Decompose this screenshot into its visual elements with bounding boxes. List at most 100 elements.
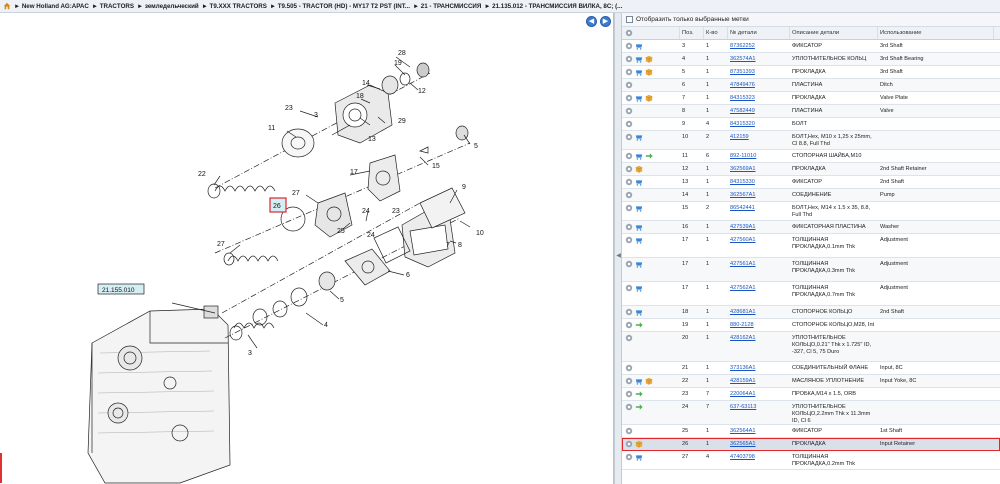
callout-23[interactable]: 23 [392, 208, 400, 215]
add-to-cart-icon[interactable] [635, 453, 643, 461]
callout-11[interactable]: 11 [268, 125, 275, 132]
table-row[interactable]: 24 7 637-63113 УПЛОТНИТЕЛЬНОЕ КОЛЬЦО,2.2mm … [622, 401, 1000, 425]
callout-9[interactable]: 9 [462, 184, 466, 191]
package-icon[interactable] [635, 440, 643, 448]
info-icon[interactable] [625, 178, 633, 186]
info-icon[interactable] [625, 284, 633, 292]
package-icon[interactable] [645, 377, 653, 385]
table-row[interactable]: 11 6 892-11010 СТОПОРНАЯ ШАЙБА,M10 [622, 150, 1000, 163]
alternate-part-icon[interactable] [635, 321, 643, 329]
selected-callout-label[interactable]: 26 [273, 203, 281, 210]
breadcrumb-item[interactable]: ► T9.XXX TRACTORS [202, 3, 267, 10]
breadcrumb-item[interactable]: ► T9.505 - TRACTOR (HD) - MY17 T2 PST (I… [270, 3, 410, 10]
info-icon[interactable] [625, 94, 633, 102]
column-header-usage[interactable]: Использование [878, 27, 994, 39]
info-icon[interactable] [625, 204, 633, 212]
add-to-cart-icon[interactable] [635, 223, 643, 231]
table-row[interactable]: 25 1 362564A1 ФИКСАТОР 1st Shaft [622, 425, 1000, 438]
breadcrumb-item[interactable]: ► 21.135.012 - ТРАНСМИССИЯ ВИЛКА, 8С; (.… [484, 3, 622, 10]
part-number-link[interactable]: 880-2128 [730, 322, 754, 328]
table-row[interactable]: 22 1 428159A1 МАСЛЯНОЕ УПЛОТНЕНИЕ Input Yoke… [622, 375, 1000, 388]
info-icon[interactable] [625, 260, 633, 268]
callout-15[interactable]: 15 [432, 163, 440, 170]
info-icon[interactable] [625, 133, 633, 141]
callout-22[interactable]: 22 [198, 171, 206, 178]
add-to-cart-icon[interactable] [635, 236, 643, 244]
part-number-link[interactable]: 427561A1 [730, 261, 756, 267]
info-icon[interactable] [625, 334, 633, 342]
info-icon[interactable] [625, 191, 633, 199]
callout-7[interactable]: 7 [446, 242, 450, 249]
info-icon[interactable] [625, 453, 633, 461]
next-diagram-button[interactable]: ▶ [600, 16, 611, 27]
part-number-link[interactable]: 427539A1 [730, 224, 756, 230]
table-row[interactable]: 17 1 427562A1 ТОЛЩИННАЯ ПРОКЛАДКА,0.7mm Thk… [622, 282, 1000, 306]
info-icon[interactable] [625, 308, 633, 316]
info-icon[interactable] [625, 440, 633, 448]
home-icon[interactable] [3, 2, 11, 10]
callout-27[interactable]: 27 [292, 190, 300, 197]
callout-27[interactable]: 27 [217, 241, 225, 248]
callout-14[interactable]: 14 [362, 80, 370, 87]
callout-8[interactable]: 8 [458, 242, 462, 249]
info-icon[interactable] [625, 152, 633, 160]
table-row[interactable]: 20 1 428162A1 УПЛОТНИТЕЛЬНОЕ КОЛЬЦО,0.21" T… [622, 332, 1000, 362]
package-icon[interactable] [635, 165, 643, 173]
add-to-cart-icon[interactable] [635, 152, 643, 160]
callout-24[interactable]: 24 [362, 208, 370, 215]
table-row[interactable]: 14 1 362567A1 СОЕДИНЕНИЕ Pump [622, 189, 1000, 202]
part-number-link[interactable]: 220064A1 [730, 391, 756, 397]
add-to-cart-icon[interactable] [635, 68, 643, 76]
table-row[interactable]: 19 1 880-2128 СТОПОРНОЕ КОЛЬЦО,M28, Int [622, 319, 1000, 332]
part-number-link[interactable]: 412159 [730, 134, 749, 140]
panel-splitter[interactable]: ◀ [614, 13, 622, 484]
info-icon[interactable] [625, 42, 633, 50]
info-icon[interactable] [625, 68, 633, 76]
add-to-cart-icon[interactable] [635, 204, 643, 212]
package-icon[interactable] [645, 55, 653, 63]
alternate-part-icon[interactable] [635, 390, 643, 398]
breadcrumb-item[interactable]: ► TRACTORS [92, 3, 134, 10]
table-row[interactable]: 23 7 220064A1 ПРОБКА,M14 x 1.5, ORB [622, 388, 1000, 401]
part-number-link[interactable]: 637-63113 [730, 404, 756, 410]
add-to-cart-icon[interactable] [635, 42, 643, 50]
previous-diagram-button[interactable]: ◀ [586, 16, 597, 27]
info-icon[interactable] [625, 223, 633, 231]
part-number-link[interactable]: 362567A1 [730, 192, 756, 198]
info-icon[interactable] [625, 120, 633, 128]
callout-23[interactable]: 23 [285, 105, 293, 112]
column-header-description[interactable]: Описание детали [790, 27, 878, 39]
alternate-part-icon[interactable] [635, 403, 643, 411]
callout-19[interactable]: 19 [394, 60, 402, 67]
info-icon[interactable] [625, 81, 633, 89]
callout-13[interactable]: 13 [368, 136, 376, 143]
table-row[interactable]: 16 1 427539A1 ФИКСАТОРНАЯ ПЛАСТИНА Washer [622, 221, 1000, 234]
add-to-cart-icon[interactable] [635, 308, 643, 316]
add-to-cart-icon[interactable] [635, 260, 643, 268]
info-icon[interactable] [625, 107, 633, 115]
callout-3[interactable]: 3 [248, 350, 252, 357]
info-icon[interactable] [625, 364, 633, 372]
part-number-link[interactable]: 47582449 [730, 108, 755, 114]
info-icon[interactable] [625, 390, 633, 398]
reference-label[interactable]: 21.155.010 [102, 287, 135, 294]
table-row[interactable]: 10 2 412159 БОЛТ,Hex, M10 x 1,25 x 25mm, Cl… [622, 131, 1000, 150]
callout-29[interactable]: 29 [398, 118, 406, 125]
table-row[interactable]: 9 4 84315320 БОЛТ [622, 118, 1000, 131]
part-number-link[interactable]: 47849476 [730, 82, 755, 88]
callout-17[interactable]: 17 [350, 169, 358, 176]
column-header-part-number[interactable]: № детали [728, 27, 790, 39]
part-number-link[interactable]: 47403798 [730, 454, 755, 460]
column-header-pos[interactable]: Поз. [680, 27, 704, 39]
add-to-cart-icon[interactable] [635, 133, 643, 141]
part-number-link[interactable]: 87362252 [730, 43, 755, 49]
table-row[interactable]: 26 1 362565A1 ПРОКЛАДКА Input Retainer [622, 438, 1000, 451]
table-row[interactable]: 21 1 373136A1 СОЕДИНИТЕЛЬНЫЙ ФЛАНЕ Input, 8C [622, 362, 1000, 375]
settings-circle-icon[interactable] [625, 29, 633, 37]
callout-24[interactable]: 24 [367, 232, 375, 239]
package-icon[interactable] [645, 94, 653, 102]
add-to-cart-icon[interactable] [635, 377, 643, 385]
info-icon[interactable] [625, 165, 633, 173]
add-to-cart-icon[interactable] [635, 94, 643, 102]
callout-3[interactable]: 3 [314, 112, 318, 119]
